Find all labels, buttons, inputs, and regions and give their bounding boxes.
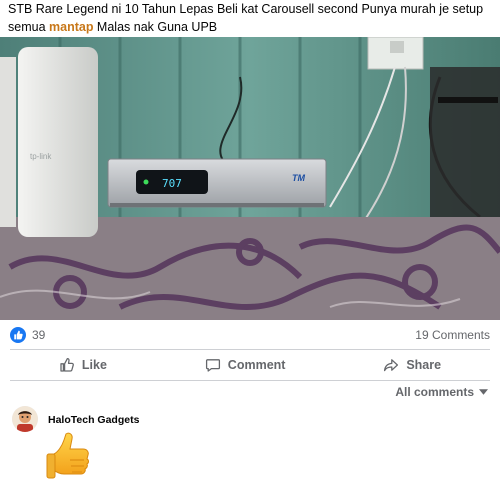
router-brand-text: tp-link (30, 152, 52, 161)
action-bar: Like Comment Share (10, 352, 490, 378)
comments-count[interactable]: 19 Comments (415, 328, 490, 342)
share-label: Share (406, 358, 442, 372)
post-caption: STB Rare Legend ni 10 Tahun Lepas Beli k… (8, 0, 496, 36)
all-comments-label: All comments (395, 385, 474, 399)
like-button[interactable]: Like (47, 355, 119, 375)
stb-display-text: 707 (162, 177, 182, 190)
reactions-summary[interactable]: 39 (10, 327, 45, 343)
thumbs-up-emoji-icon (44, 430, 94, 484)
comment-item: HaloTech Gadgets (12, 406, 139, 432)
avatar[interactable] (12, 406, 38, 432)
stb-brand-text: TM (292, 173, 305, 183)
divider (10, 349, 490, 350)
share-arrow-icon (384, 359, 399, 372)
share-button[interactable]: Share (371, 355, 453, 375)
like-reaction-icon (10, 327, 26, 343)
caret-down-icon (479, 389, 488, 395)
like-label: Like (81, 358, 107, 372)
thumbs-up-icon (60, 357, 74, 372)
caption-highlight: mantap (49, 20, 94, 34)
reaction-count: 39 (32, 328, 46, 342)
post-photo-image: tp-link 707 TM (0, 37, 500, 320)
comment-label: Comment (227, 358, 286, 372)
post-stats: 39 19 Comments (10, 324, 490, 346)
all-comments-filter[interactable]: All comments (395, 385, 488, 399)
speech-bubble-icon (205, 359, 220, 372)
caption-text-end: Malas nak Guna UPB (93, 20, 218, 34)
divider (10, 380, 490, 381)
post-photo[interactable]: tp-link 707 TM (0, 37, 500, 320)
comment-button[interactable]: Comment (193, 355, 298, 375)
